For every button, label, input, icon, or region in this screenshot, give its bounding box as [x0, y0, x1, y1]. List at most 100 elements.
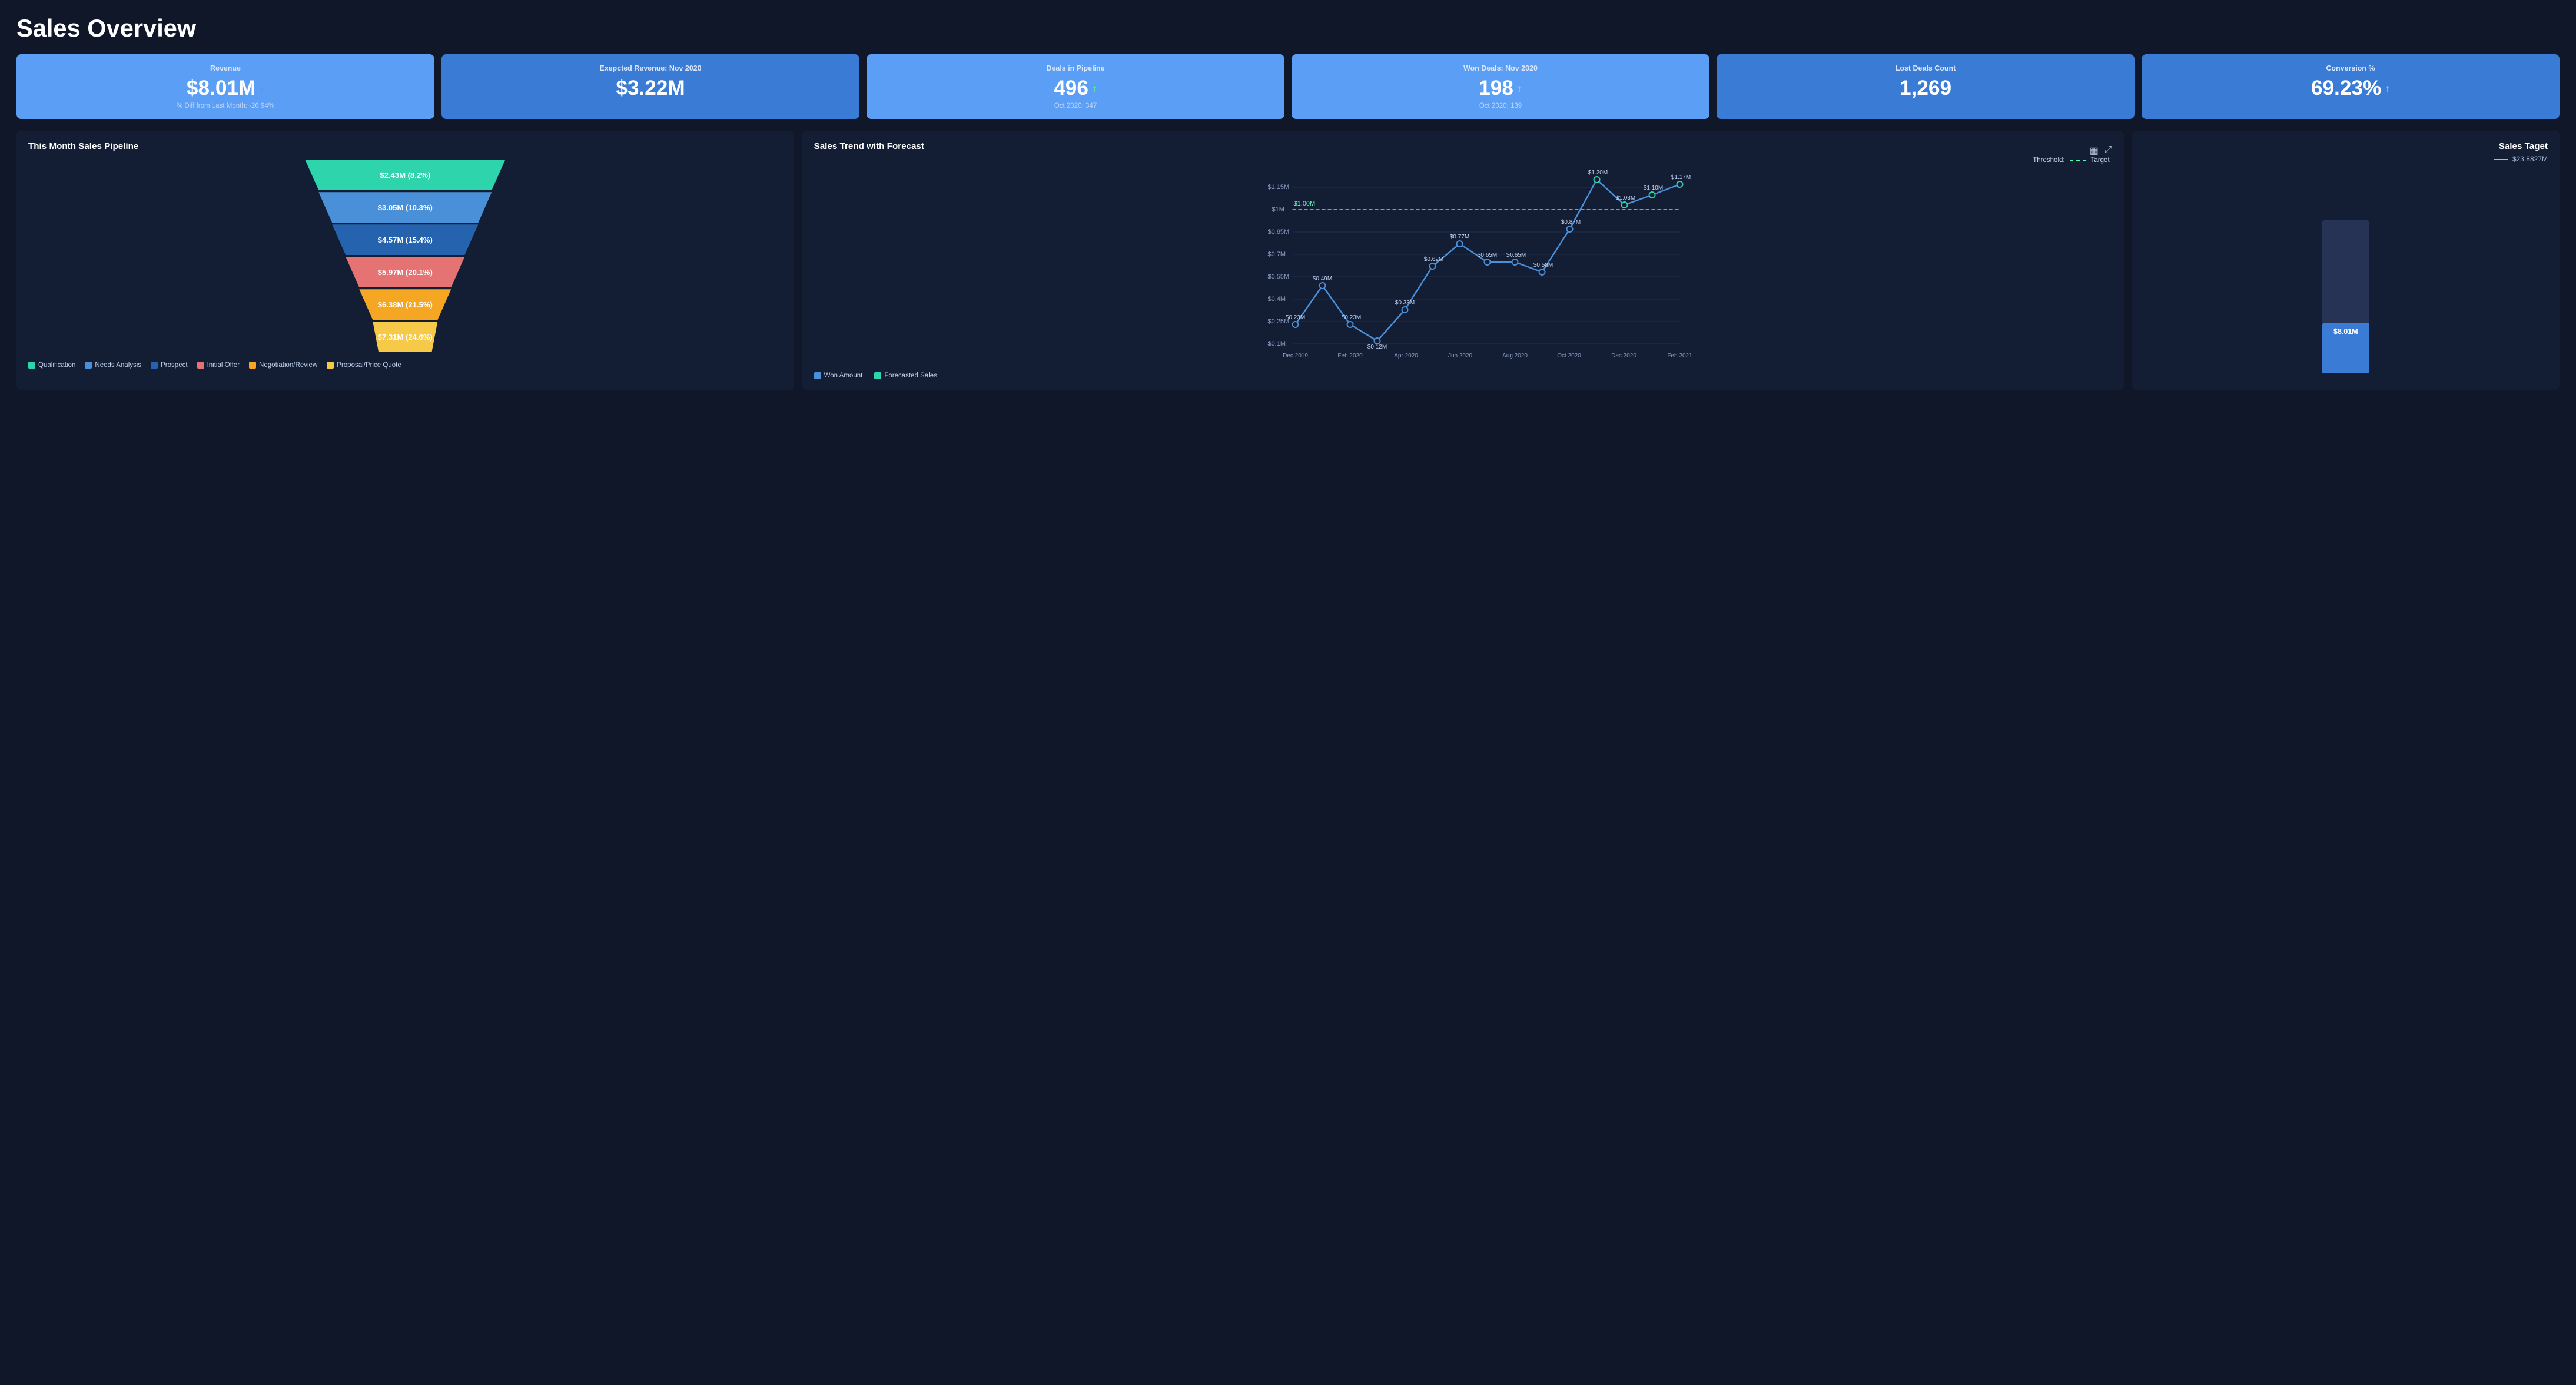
legend-dot-3 [197, 362, 204, 369]
legend-label-1: Needs Analysis [95, 362, 141, 369]
arrow-up-icon-deals: ↑ [1092, 82, 1097, 95]
arrow-down-icon: ↓ [259, 82, 264, 95]
svg-text:$1M: $1M [1272, 206, 1284, 213]
kpi-value-conversion: 69.23% ↑ [2311, 77, 2390, 100]
funnel-segment-1: $3.05M (10.3%) [318, 192, 492, 223]
trend-chart-title: Sales Trend with Forecast [814, 141, 924, 151]
svg-text:$0.85M: $0.85M [1267, 228, 1289, 236]
kpi-card-conversion: Conversion % 69.23% ↑ [2142, 54, 2560, 119]
kpi-card-won-deals: Won Deals: Nov 2020 198 ↑ Oct 2020: 139 [1292, 54, 1709, 119]
pipeline-panel: This Month Sales Pipeline $2.43M (8.2%)$… [16, 131, 794, 390]
won-amount-dot [814, 372, 821, 379]
target-bar-bg: $8.01M [2322, 220, 2369, 373]
kpi-label-expected-revenue: Exepcted Revenue: Nov 2020 [599, 64, 701, 73]
chart-svg-wrap: $0.1M $0.25M $0.4M $0.55M $0.7M $0.85M $… [814, 164, 2112, 367]
bar-chart-icon[interactable]: ▦ [2090, 145, 2099, 157]
threshold-legend: Threshold: Target [2033, 157, 2109, 164]
funnel-segment-0: $2.43M (8.2%) [305, 160, 505, 190]
kpi-card-lost-deals: Lost Deals Count 1,269 [1717, 54, 2135, 119]
legend-item-4: Negotiation/Review [249, 362, 317, 369]
svg-text:Jun 2020: Jun 2020 [1448, 353, 1473, 359]
chart-header: Sales Trend with Forecast ▦ ⤢ [814, 141, 2112, 160]
legend-item-5: Proposal/Price Quote [327, 362, 401, 369]
legend-label-3: Initial Offer [207, 362, 240, 369]
svg-text:Dec 2020: Dec 2020 [1611, 353, 1636, 359]
svg-text:Apr 2020: Apr 2020 [1394, 353, 1418, 359]
legend-label-0: Qualification [38, 362, 75, 369]
legend-item-2: Prospect [151, 362, 187, 369]
svg-text:Feb 2021: Feb 2021 [1667, 353, 1692, 359]
funnel-segment-3: $5.97M (20.1%) [346, 257, 464, 287]
svg-text:$0.77M: $0.77M [1449, 234, 1469, 240]
target-line-value: $23.8827M [2144, 155, 2548, 163]
legend-dot-5 [327, 362, 334, 369]
trend-svg: $0.1M $0.25M $0.4M $0.55M $0.7M $0.85M $… [814, 164, 2112, 365]
target-bar-area: $8.01M [2144, 165, 2548, 379]
legend-item-3: Initial Offer [197, 362, 240, 369]
legend-item-1: Needs Analysis [85, 362, 141, 369]
svg-text:$0.58M: $0.58M [1533, 262, 1552, 269]
expand-icon[interactable]: ⤢ [2104, 145, 2112, 157]
svg-text:$0.4M: $0.4M [1267, 296, 1286, 303]
legend-dot-2 [151, 362, 158, 369]
svg-text:$0.7M: $0.7M [1267, 251, 1286, 258]
target-bar-fill: $8.01M [2322, 323, 2369, 373]
kpi-value-deals-pipeline: 496 ↑ [1054, 77, 1097, 100]
sales-target-title: Sales Taget [2144, 141, 2548, 151]
kpi-card-revenue: Revenue $8.01M ↓ % Diff from Last Month:… [16, 54, 434, 119]
kpi-card-deals-pipeline: Deals in Pipeline 496 ↑ Oct 2020: 347 [867, 54, 1284, 119]
svg-text:$0.23M: $0.23M [1341, 314, 1360, 321]
legend-label-2: Prospect [161, 362, 187, 369]
trend-chart-panel: Sales Trend with Forecast ▦ ⤢ Threshold:… [802, 131, 2124, 390]
svg-text:$0.87M: $0.87M [1561, 219, 1580, 226]
kpi-row: Revenue $8.01M ↓ % Diff from Last Month:… [16, 54, 2560, 119]
chart-icons[interactable]: ▦ ⤢ [2090, 145, 2112, 157]
svg-text:$1.03M: $1.03M [1615, 195, 1635, 201]
arrow-up-icon-won: ↑ [1517, 82, 1522, 95]
page-title: Sales Overview [16, 14, 2560, 42]
arrow-up-icon-conversion: ↑ [2385, 82, 2390, 95]
legend-forecasted-sales: Forecasted Sales [874, 372, 937, 379]
kpi-label-deals-pipeline: Deals in Pipeline [1046, 64, 1104, 73]
kpi-value-revenue: $8.01M ↓ [187, 77, 264, 100]
svg-text:$0.23M: $0.23M [1285, 314, 1304, 321]
legend-won-amount: Won Amount [814, 372, 863, 379]
svg-text:$0.49M: $0.49M [1312, 276, 1332, 282]
threshold-line-icon [2070, 160, 2086, 161]
legend-dot-4 [249, 362, 256, 369]
svg-text:$0.33M: $0.33M [1395, 300, 1414, 306]
svg-text:$0.65M: $0.65M [1506, 252, 1525, 259]
kpi-label-won-deals: Won Deals: Nov 2020 [1463, 64, 1538, 73]
kpi-label-lost-deals: Lost Deals Count [1896, 64, 1956, 73]
svg-text:Aug 2020: Aug 2020 [1502, 353, 1528, 359]
legend-dot-1 [85, 362, 92, 369]
legend-label-4: Negotiation/Review [259, 362, 317, 369]
kpi-label-revenue: Revenue [210, 64, 241, 73]
svg-text:$1.17M: $1.17M [1671, 174, 1690, 181]
svg-text:$1.00M: $1.00M [1293, 200, 1315, 207]
svg-text:$0.55M: $0.55M [1267, 273, 1289, 280]
kpi-value-won-deals: 198 ↑ [1479, 77, 1522, 100]
threshold-label: Threshold: [2033, 157, 2064, 164]
forecasted-dot [874, 372, 881, 379]
kpi-value-lost-deals: 1,269 [1900, 77, 1951, 100]
svg-text:Dec 2019: Dec 2019 [1283, 353, 1308, 359]
forecasted-label: Forecasted Sales [884, 372, 937, 379]
svg-text:$1.20M: $1.20M [1588, 170, 1607, 176]
funnel-segment-5: $7.31M (24.6%) [373, 322, 437, 352]
svg-text:Feb 2020: Feb 2020 [1337, 353, 1363, 359]
kpi-label-conversion: Conversion % [2326, 64, 2375, 73]
funnel-container: $2.43M (8.2%)$3.05M (10.3%)$4.57M (15.4%… [28, 160, 782, 352]
svg-text:$1.10M: $1.10M [1643, 185, 1662, 191]
funnel-segment-4: $6.38M (21.5%) [359, 289, 451, 320]
legend-dot-0 [28, 362, 35, 369]
kpi-sub-won-deals: Oct 2020: 139 [1479, 102, 1522, 110]
svg-text:Oct 2020: Oct 2020 [1557, 353, 1581, 359]
bottom-row: This Month Sales Pipeline $2.43M (8.2%)$… [16, 131, 2560, 390]
target-label: Target [2091, 157, 2110, 164]
won-amount-label: Won Amount [824, 372, 863, 379]
funnel-legend: Qualification Needs Analysis Prospect Initi… [28, 362, 782, 369]
kpi-value-expected-revenue: $3.22M [616, 77, 685, 100]
chart-bottom-legend: Won Amount Forecasted Sales [814, 372, 2112, 379]
svg-text:$0.12M: $0.12M [1367, 344, 1386, 350]
